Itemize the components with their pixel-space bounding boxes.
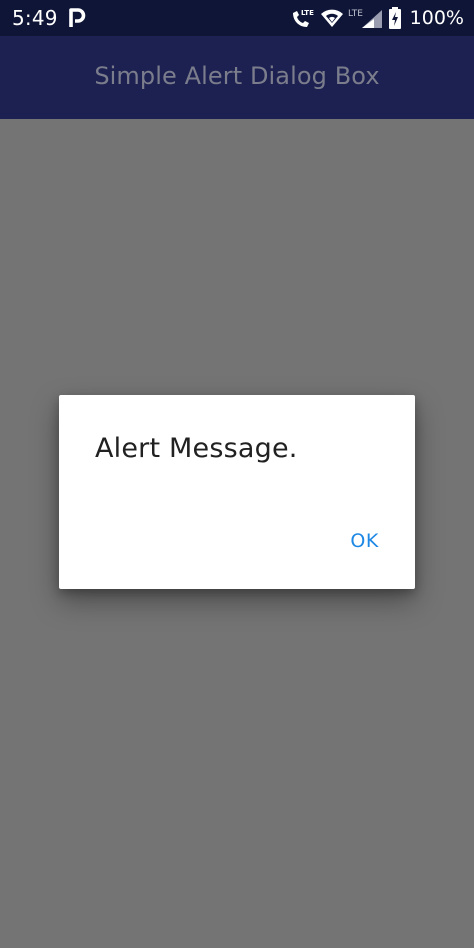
status-icons: LTE LTE 100%: [290, 4, 464, 32]
page-title: Simple Alert Dialog Box: [94, 62, 380, 90]
status-bar: 5:49 LTE LTE 100%: [0, 0, 474, 36]
app-bar: Simple Alert Dialog Box: [0, 36, 474, 119]
svg-text:LTE: LTE: [301, 9, 314, 17]
battery-percent: 100%: [409, 7, 464, 29]
dialog-message: Alert Message.: [95, 433, 298, 464]
alert-dialog: Alert Message. OK: [59, 395, 415, 589]
parking-p-icon: [68, 8, 86, 28]
wifi-icon: [320, 7, 344, 29]
lte-signal-icon: LTE: [348, 7, 384, 29]
lte-call-icon: LTE: [290, 7, 316, 29]
ok-button[interactable]: OK: [338, 523, 391, 559]
svg-text:LTE: LTE: [348, 9, 363, 19]
battery-charging-icon: [388, 7, 402, 29]
status-time: 5:49: [12, 6, 58, 30]
